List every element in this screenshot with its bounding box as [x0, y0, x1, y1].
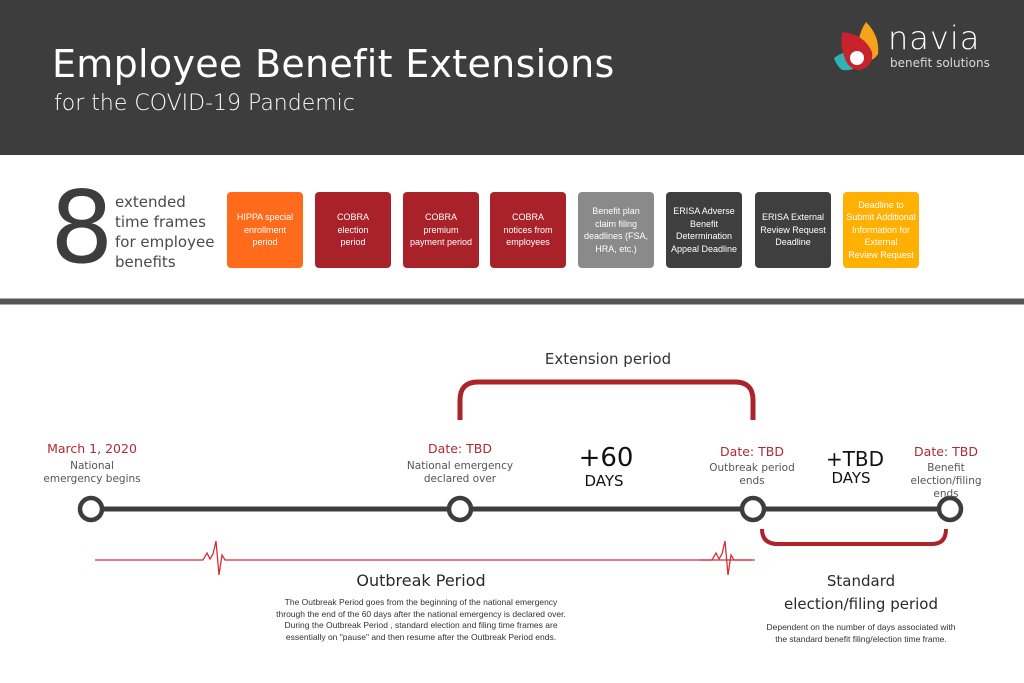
- heartbeat-pulse-icon: [700, 540, 755, 576]
- milestone-description: Outbreak period ends: [709, 462, 795, 487]
- page-title: Employee Benefit Extensions: [52, 42, 615, 86]
- timeframe-count-caption: extended time frames for employee benefi…: [115, 192, 214, 272]
- timeframe-box-hippa-enrollment: HIPPA special enrollment period: [227, 192, 303, 268]
- milestone-node-outbreak-ends: [739, 495, 767, 523]
- milestone-description: Benefit election/filing ends: [910, 462, 982, 500]
- caption-line: for employee: [115, 233, 215, 251]
- header-banner: Employee Benefit Extensions for the COVI…: [0, 0, 1024, 155]
- milestone-date: Date: TBD: [914, 444, 978, 459]
- timeframe-box-label: ERISA External Review Request Deadline: [760, 212, 826, 248]
- outbreak-period-title: Outbreak Period: [356, 571, 486, 590]
- timeframe-box-erisa-appeal: ERISA Adverse Benefit Determination Appe…: [666, 192, 742, 268]
- timeframe-box-label: ERISA Adverse Benefit Determination Appe…: [670, 206, 738, 254]
- interval-unit: DAYS: [831, 469, 871, 487]
- milestone-date: Date: TBD: [428, 441, 492, 456]
- standard-period-bracket: [760, 528, 948, 546]
- extension-period-label: Extension period: [544, 350, 672, 368]
- caption-line: extended: [115, 193, 186, 211]
- timeframe-box-claim-filing: Benefit plan claim filing deadlines (FSA…: [578, 192, 654, 268]
- standard-period-description: Dependent on the number of days associat…: [766, 622, 956, 644]
- outbreak-heartbeat-line: [95, 540, 752, 576]
- flower-logo-icon: [834, 22, 879, 71]
- caption-line: benefits: [115, 253, 176, 271]
- standard-period-title: Standard election/filing period: [783, 572, 939, 613]
- milestone-node-start: [77, 495, 105, 523]
- navia-logo: navia benefit solutions: [832, 18, 1002, 78]
- timeframe-box-label: COBRA premium payment period: [409, 212, 473, 248]
- extension-period-bracket: [457, 379, 756, 420]
- outbreak-period-description: The Outbreak Period goes from the beginn…: [276, 597, 566, 642]
- timeframe-box-erisa-external-review: ERISA External Review Request Deadline: [755, 192, 831, 268]
- interval-unit: DAYS: [584, 472, 624, 490]
- timeframe-box-label: COBRA notices from employees: [503, 212, 553, 248]
- interval-amount: +TBD: [825, 447, 885, 471]
- timeframe-box-additional-info: Deadline to Submit Additional Informatio…: [843, 192, 919, 268]
- timeframe-box-label: HIPPA special enrollment period: [236, 212, 294, 248]
- timeframe-box-label: Deadline to Submit Additional Informatio…: [846, 199, 916, 260]
- milestone-description: National emergency begins: [43, 460, 141, 485]
- timeframe-box-cobra-premium: COBRA premium payment period: [403, 192, 479, 268]
- caption-line: time frames: [115, 213, 206, 231]
- logo-wordmark: navia: [888, 19, 981, 57]
- timeframe-box-cobra-election: COBRA election period: [315, 192, 391, 268]
- page-subtitle: for the COVID-19 Pandemic: [54, 91, 355, 116]
- milestone-description: National emergency declared over: [406, 460, 514, 485]
- milestone-date: March 1, 2020: [47, 441, 137, 456]
- logo-tagline: benefit solutions: [890, 56, 990, 70]
- timeframe-box-label: Benefit plan claim filing deadlines (FSA…: [583, 206, 649, 254]
- milestone-node-filing-ends: [936, 495, 964, 523]
- milestone-node-emergency-over: [446, 495, 474, 523]
- timeframe-count: 8: [50, 169, 114, 286]
- milestone-date: Date: TBD: [720, 444, 784, 459]
- interval-amount: +60: [578, 443, 634, 473]
- timeframe-box-cobra-notices: COBRA notices from employees: [490, 192, 566, 268]
- timeframe-box-label: COBRA election period: [336, 212, 369, 248]
